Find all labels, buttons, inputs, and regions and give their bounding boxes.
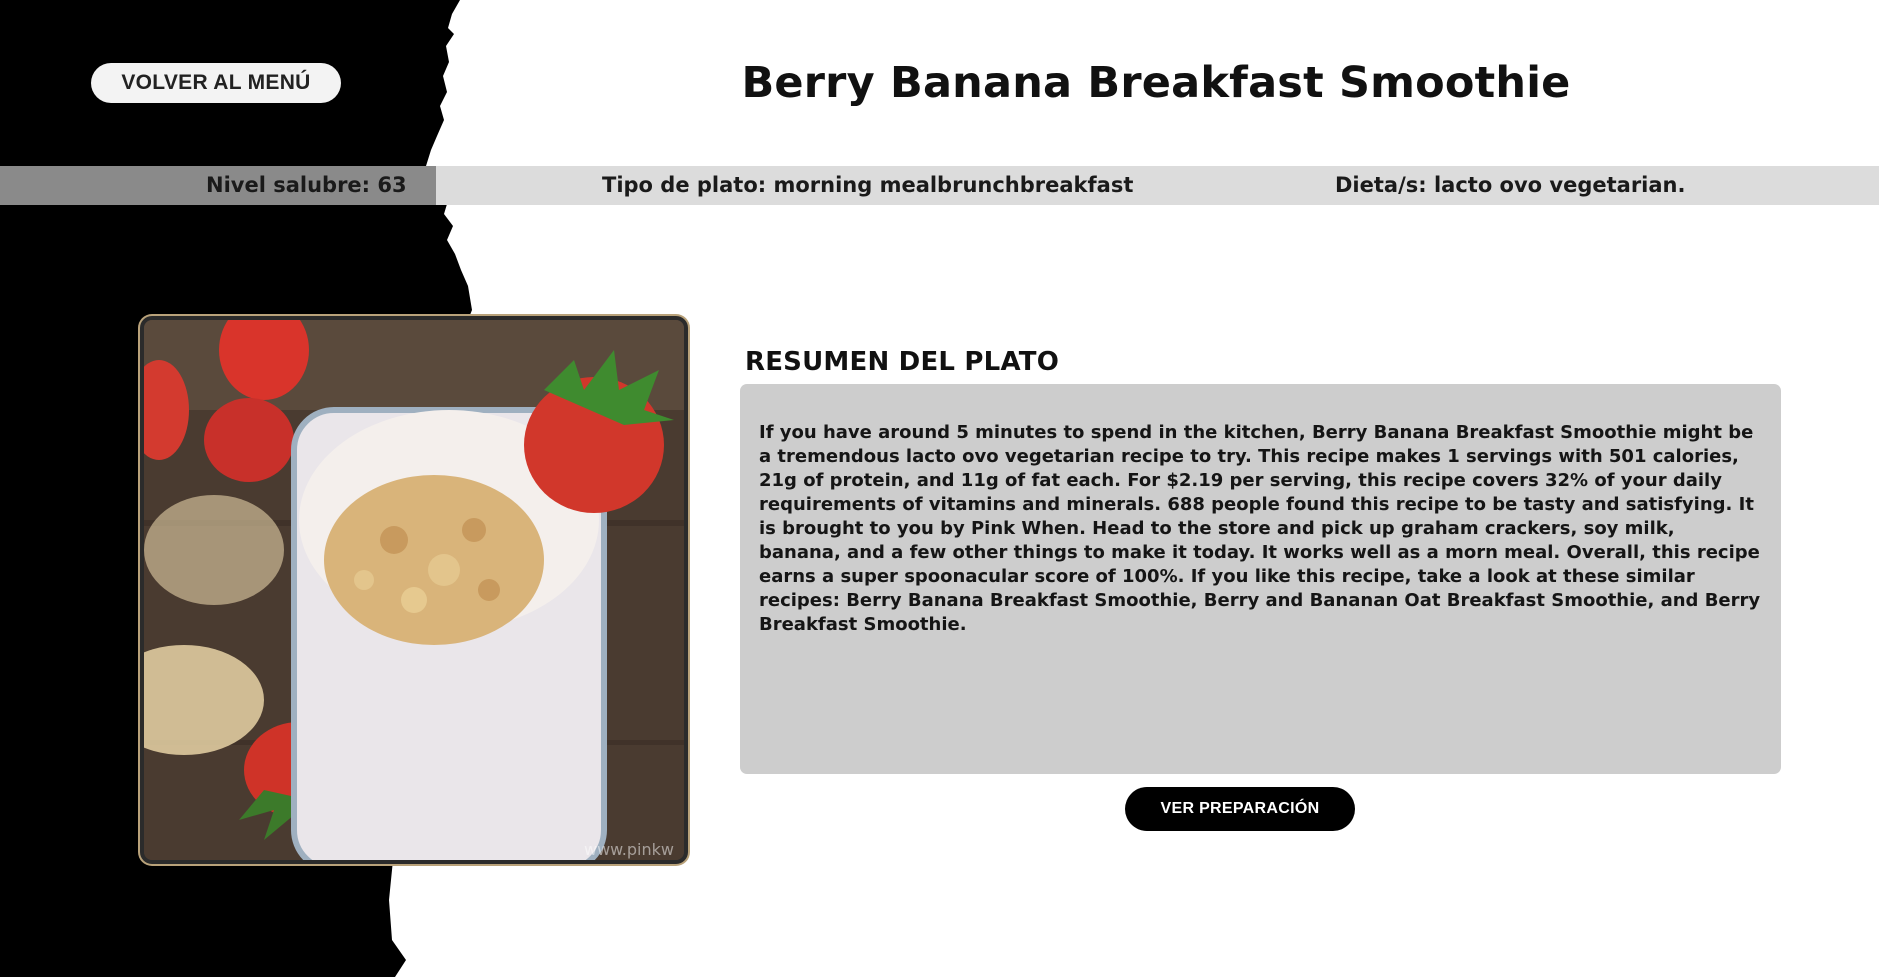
diet-info: Dieta/s: lacto ovo vegetarian. <box>1335 173 1686 197</box>
svg-text:www.pinkw: www.pinkw <box>584 840 674 859</box>
summary-box: If you have around 5 minutes to spend in… <box>740 384 1781 774</box>
health-score: Nivel salubre: 63 <box>206 173 407 197</box>
summary-text: If you have around 5 minutes to spend in… <box>759 422 1761 635</box>
summary-heading: RESUMEN DEL PLATO <box>745 347 1059 377</box>
dish-type: Tipo de plato: morning mealbrunchbreakfa… <box>602 173 1134 197</box>
back-to-menu-button[interactable]: VOLVER AL MENÚ <box>91 63 341 103</box>
page-title: Berry Banana Breakfast Smoothie <box>741 58 1571 108</box>
view-preparation-button[interactable]: VER PREPARACIÓN <box>1125 787 1355 831</box>
dish-image: www.pinkw <box>140 316 688 864</box>
